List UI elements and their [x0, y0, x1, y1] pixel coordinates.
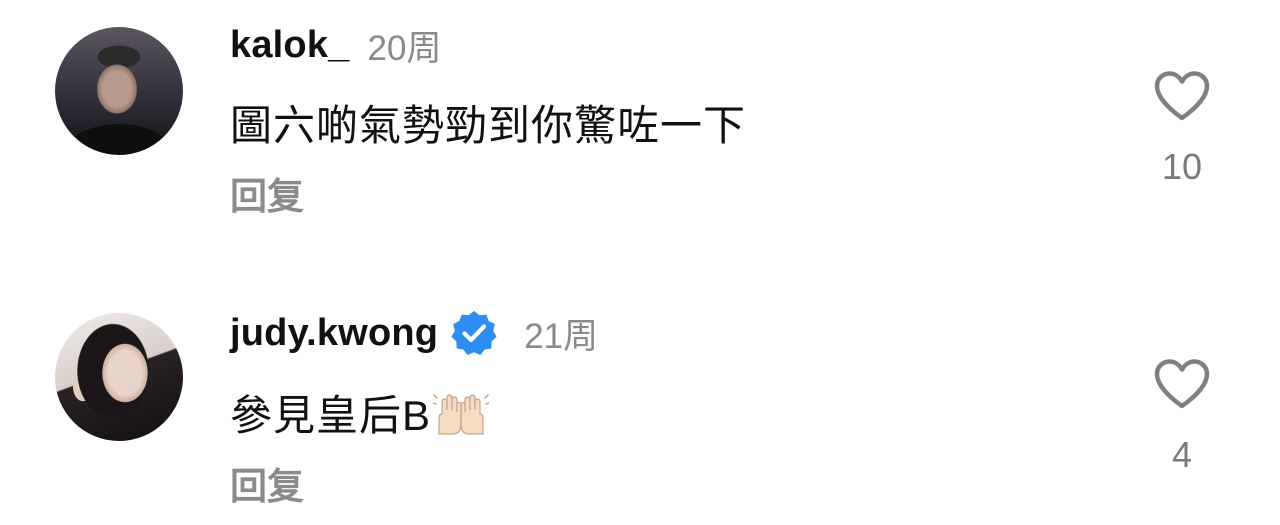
comment-timestamp: 21周 — [524, 316, 599, 356]
heart-outline-icon[interactable] — [1153, 70, 1211, 122]
like-count: 10 — [1161, 146, 1203, 187]
username-link[interactable]: kalok_ — [230, 24, 350, 67]
comment-header: judy.kwong 21周 — [230, 310, 598, 356]
avatar[interactable] — [55, 27, 183, 155]
like-button[interactable]: 4 — [1148, 358, 1216, 476]
like-count: 4 — [1171, 434, 1193, 475]
comment-text-body: 參見皇后B — [230, 392, 432, 439]
comment-text: 圖六啲氣勢勁到你驚咗一下 — [230, 102, 747, 149]
avatar[interactable] — [55, 313, 183, 441]
reply-button[interactable]: 回复 — [230, 456, 304, 510]
comment-item: kalok_ 20周 圖六啲氣勢勁到你驚咗一下 回复 10 — [0, 0, 1280, 262]
verified-check-badge-icon — [451, 311, 497, 355]
heart-outline-icon[interactable] — [1153, 358, 1211, 410]
raising-hands-emoji — [433, 394, 490, 435]
comment-header: kalok_ 20周 — [230, 22, 441, 68]
comment-timestamp: 20周 — [367, 28, 442, 68]
comment-text: 參見皇后B — [230, 382, 490, 443]
comment-item: judy.kwong 21周 參見皇后B 回复 4 — [0, 262, 1280, 525]
like-button[interactable]: 10 — [1148, 70, 1216, 188]
reply-button[interactable]: 回复 — [230, 166, 304, 220]
username-link[interactable]: judy.kwong — [230, 312, 438, 355]
